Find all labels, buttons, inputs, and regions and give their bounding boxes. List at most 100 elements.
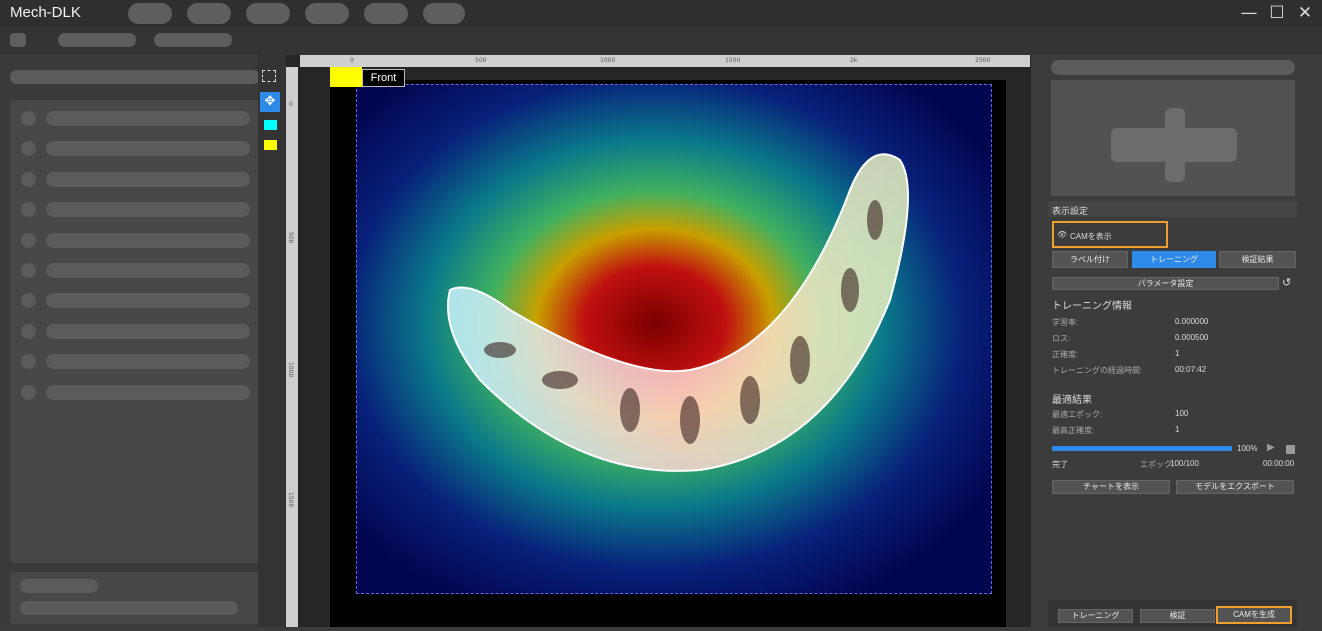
- list-item[interactable]: [46, 385, 250, 400]
- tab-validation-results[interactable]: 検証結果: [1219, 251, 1296, 268]
- progress-track: [1052, 446, 1232, 451]
- preview-thumbnail: [1051, 80, 1295, 196]
- menu-placeholder-4[interactable]: [305, 3, 349, 24]
- ruler-tick: 1500: [287, 492, 294, 508]
- ruler-tick: 2k: [850, 57, 858, 64]
- list-item[interactable]: [46, 172, 250, 187]
- info-label: 正確度:: [1052, 350, 1079, 359]
- app-title: Mech-DLK: [10, 4, 81, 21]
- toolbar: [0, 27, 1322, 55]
- elapsed-time: 00:00:00: [1263, 459, 1295, 468]
- cyan-label-swatch[interactable]: [264, 120, 277, 130]
- list-item-dot: [21, 324, 36, 339]
- info-value: 1: [1175, 349, 1180, 358]
- best-result-title: 最適結果: [1052, 395, 1092, 406]
- stop-icon[interactable]: [1286, 445, 1295, 454]
- info-label: ロス:: [1052, 334, 1071, 343]
- ruler-tick: 0: [289, 101, 293, 108]
- eye-icon[interactable]: 👁: [1057, 230, 1067, 239]
- train-button[interactable]: トレーニング: [1058, 609, 1133, 623]
- show-chart-button[interactable]: チャートを表示: [1052, 480, 1170, 494]
- ruler-top: 0 500 1000 1500 2k 2500: [300, 55, 1030, 67]
- left-panel-header-placeholder: [10, 70, 260, 84]
- generate-cam-button[interactable]: CAMを生成: [1216, 606, 1292, 624]
- maximize-icon[interactable]: ☐: [1266, 3, 1288, 23]
- list-item-dot: [21, 172, 36, 187]
- info-value: 00:07:42: [1175, 365, 1207, 374]
- info-label: 最高正確度:: [1052, 426, 1095, 435]
- thumbnail-shape: [1165, 108, 1185, 182]
- toolbar-placeholder-2[interactable]: [154, 33, 232, 47]
- menu-placeholder-1[interactable]: [128, 3, 172, 24]
- ruler-tick: 0: [350, 57, 354, 64]
- title-bar: Mech-DLK — ☐ ✕: [0, 0, 1322, 27]
- info-value: 100: [1175, 409, 1189, 418]
- list-item-dot: [21, 293, 36, 308]
- yellow-label-swatch[interactable]: [264, 140, 277, 150]
- label-color-chip: [330, 67, 362, 87]
- list-item[interactable]: [46, 293, 250, 308]
- export-model-button[interactable]: モデルをエクスポート: [1176, 480, 1294, 494]
- info-value: 0.000500: [1175, 333, 1209, 342]
- toolbar-placeholder-icon[interactable]: [10, 33, 26, 47]
- list-item-dot: [21, 111, 36, 126]
- info-label: 最適エポック:: [1052, 410, 1103, 419]
- ruler-left: 0 500 1000 1500: [286, 67, 298, 627]
- epoch-value: 100/100: [1170, 459, 1199, 468]
- show-cam-highlight: 👁 CAMを表示: [1052, 221, 1168, 248]
- list-item[interactable]: [46, 354, 250, 369]
- label-name-tag: Front: [362, 69, 405, 87]
- footer-placeholder-1[interactable]: [20, 579, 98, 593]
- ruler-tick: 500: [287, 232, 294, 244]
- training-info-title: トレーニング情報: [1052, 301, 1132, 312]
- list-item[interactable]: [46, 263, 250, 278]
- validate-button[interactable]: 検証: [1140, 609, 1215, 623]
- minimize-icon[interactable]: —: [1238, 3, 1260, 23]
- ruler-tick: 2500: [975, 57, 991, 64]
- history-icon[interactable]: ↺: [1282, 276, 1291, 289]
- rect-select-icon[interactable]: [262, 70, 276, 82]
- bottom-action-bar: トレーニング 検証 CAMを生成: [1048, 600, 1297, 627]
- footer-placeholder-2[interactable]: [20, 601, 238, 615]
- right-panel: 表示設定 👁 CAMを表示 ラベル付け トレーニング 検証結果 パラメータ設定 …: [1031, 55, 1322, 627]
- toolbar-placeholder-1[interactable]: [58, 33, 136, 47]
- tool-strip: ✥: [258, 55, 286, 627]
- list-item-dot: [21, 202, 36, 217]
- play-icon[interactable]: ▶: [1267, 442, 1275, 453]
- display-settings-title: 表示設定: [1052, 206, 1089, 216]
- list-item-dot: [21, 385, 36, 400]
- list-item[interactable]: [46, 233, 250, 248]
- close-icon[interactable]: ✕: [1294, 3, 1316, 23]
- list-item[interactable]: [46, 324, 250, 339]
- list-item[interactable]: [46, 111, 250, 126]
- left-panel: [0, 55, 270, 627]
- left-panel-footer: [10, 572, 260, 624]
- ruler-tick: 1000: [287, 362, 294, 378]
- move-icon[interactable]: ✥: [260, 92, 280, 112]
- tab-labeling[interactable]: ラベル付け: [1052, 251, 1128, 268]
- info-label: トレーニングの経過時間:: [1052, 366, 1143, 375]
- list-item-dot: [21, 263, 36, 278]
- progress-status: 完了: [1052, 460, 1068, 469]
- show-cam-toggle[interactable]: CAMを表示: [1070, 231, 1112, 242]
- parameter-settings-button[interactable]: パラメータ設定: [1052, 277, 1279, 290]
- progress-percent: 100%: [1237, 444, 1258, 453]
- list-item-dot: [21, 233, 36, 248]
- list-item-dot: [21, 141, 36, 156]
- list-item[interactable]: [46, 202, 250, 217]
- menu-placeholder-2[interactable]: [187, 3, 231, 24]
- ruler-tick: 1000: [600, 57, 616, 64]
- tab-training[interactable]: トレーニング: [1132, 251, 1216, 268]
- roi-border[interactable]: [356, 84, 992, 594]
- right-panel-header-placeholder: [1051, 60, 1295, 75]
- info-label: 学習率:: [1052, 318, 1079, 327]
- info-value: 0.000000: [1175, 317, 1209, 326]
- ruler-tick: 1500: [725, 57, 741, 64]
- list-item-dot: [21, 354, 36, 369]
- menu-placeholder-5[interactable]: [364, 3, 408, 24]
- progress-fill: [1052, 446, 1232, 451]
- menu-placeholder-3[interactable]: [246, 3, 290, 24]
- menu-placeholder-6[interactable]: [423, 3, 465, 24]
- list-item[interactable]: [46, 141, 250, 156]
- ruler-tick: 500: [475, 57, 487, 64]
